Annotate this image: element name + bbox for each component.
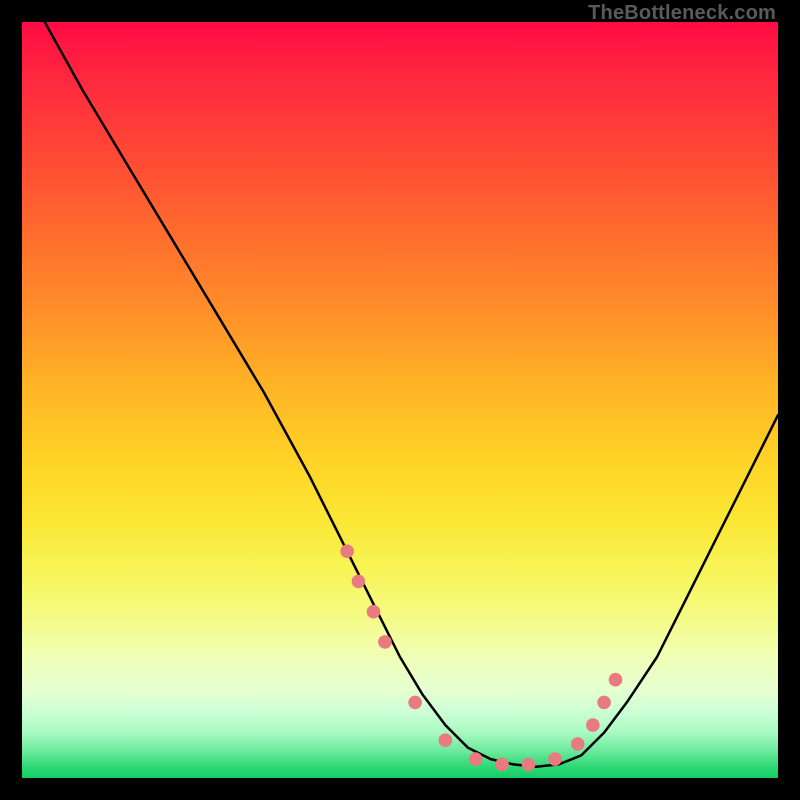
watermark-text: TheBottleneck.com [588,2,776,25]
curve-line [45,22,778,767]
marker-dots [340,544,622,771]
chart-frame [22,22,778,778]
chart-svg [22,22,778,778]
